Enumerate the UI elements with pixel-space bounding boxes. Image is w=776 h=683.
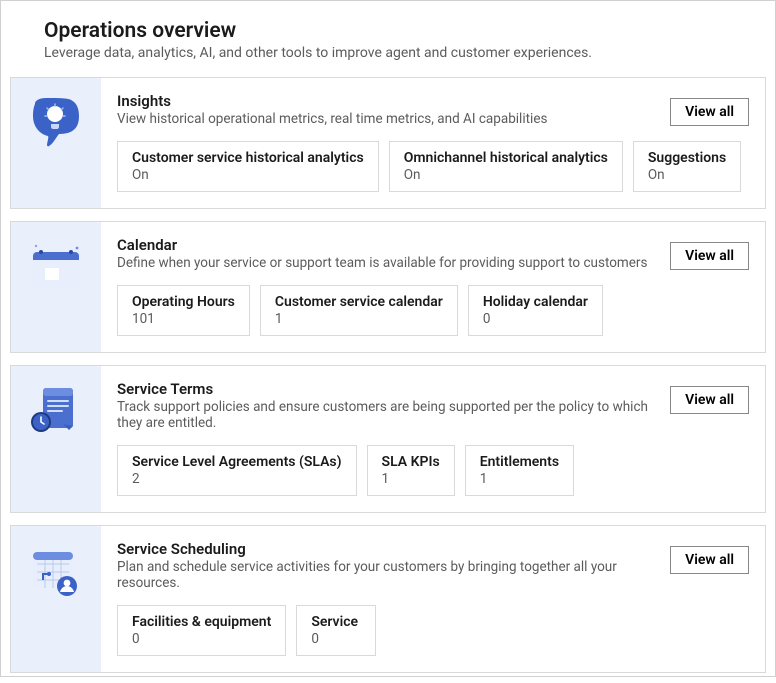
tile-value: 0 — [132, 631, 271, 647]
section-desc: View historical operational metrics, rea… — [117, 111, 654, 127]
tile-value: 101 — [132, 311, 235, 327]
tile-label: Customer service calendar — [275, 294, 443, 310]
section-service-scheduling: Service SchedulingPlan and schedule serv… — [10, 525, 766, 673]
view-all-button[interactable]: View all — [670, 98, 749, 126]
section-content: CalendarDefine when your service or supp… — [101, 222, 765, 352]
tile-label: Customer service historical analytics — [132, 150, 364, 166]
tile-value: On — [132, 167, 364, 183]
calendar-icon — [11, 222, 101, 352]
section-desc: Track support policies and ensure custom… — [117, 399, 654, 431]
tile-value: 0 — [311, 631, 361, 647]
section-title: Service Terms — [117, 380, 654, 398]
tile-label: SLA KPIs — [382, 454, 440, 470]
tile-label: Facilities & equipment — [132, 614, 271, 630]
tile[interactable]: Holiday calendar0 — [468, 285, 603, 336]
section-calendar: CalendarDefine when your service or supp… — [10, 221, 766, 353]
service-terms-icon — [11, 366, 101, 512]
view-all-button[interactable]: View all — [670, 546, 749, 574]
view-all-button[interactable]: View all — [670, 242, 749, 270]
page-title: Operations overview — [44, 19, 747, 43]
section-desc: Define when your service or support team… — [117, 255, 654, 271]
tile-value: On — [404, 167, 608, 183]
section-desc: Plan and schedule service activities for… — [117, 559, 654, 591]
section-service-terms: Service TermsTrack support policies and … — [10, 365, 766, 513]
tile-value: 1 — [275, 311, 443, 327]
tile-label: Service Level Agreements (SLAs) — [132, 454, 342, 470]
tile[interactable]: Service0 — [296, 605, 376, 656]
section-insights: InsightsView historical operational metr… — [10, 77, 766, 209]
tile[interactable]: SLA KPIs1 — [367, 445, 455, 496]
section-title: Insights — [117, 92, 654, 110]
tile-value: 2 — [132, 471, 342, 487]
scheduling-icon — [11, 526, 101, 672]
section-title: Service Scheduling — [117, 540, 654, 558]
page-header: Operations overview Leverage data, analy… — [1, 19, 775, 71]
tile-value: On — [648, 167, 726, 183]
tile[interactable]: Customer service calendar1 — [260, 285, 458, 336]
tile[interactable]: Operating Hours101 — [117, 285, 250, 336]
tile-label: Omnichannel historical analytics — [404, 150, 608, 166]
tile[interactable]: Omnichannel historical analyticsOn — [389, 141, 623, 192]
tile-label: Operating Hours — [132, 294, 235, 310]
tile-label: Holiday calendar — [483, 294, 588, 310]
tile-value: 1 — [382, 471, 440, 487]
tile-label: Service — [311, 614, 361, 630]
section-title: Calendar — [117, 236, 654, 254]
tile-label: Suggestions — [648, 150, 726, 166]
section-content: InsightsView historical operational metr… — [101, 78, 765, 208]
tiles-row: Facilities & equipment0Service0 — [117, 605, 749, 656]
tile[interactable]: Facilities & equipment0 — [117, 605, 286, 656]
tile-value: 1 — [480, 471, 559, 487]
tiles-row: Operating Hours101Customer service calen… — [117, 285, 749, 336]
tiles-row: Customer service historical analyticsOnO… — [117, 141, 749, 192]
tile[interactable]: Entitlements1 — [465, 445, 574, 496]
page-subtitle: Leverage data, analytics, AI, and other … — [44, 45, 747, 61]
tile[interactable]: Service Level Agreements (SLAs)2 — [117, 445, 357, 496]
tiles-row: Service Level Agreements (SLAs)2SLA KPIs… — [117, 445, 749, 496]
section-content: Service TermsTrack support policies and … — [101, 366, 765, 512]
insights-icon — [11, 78, 101, 208]
section-content: Service SchedulingPlan and schedule serv… — [101, 526, 765, 672]
tile[interactable]: SuggestionsOn — [633, 141, 741, 192]
view-all-button[interactable]: View all — [670, 386, 749, 414]
tile[interactable]: Customer service historical analyticsOn — [117, 141, 379, 192]
tile-label: Entitlements — [480, 454, 559, 470]
tile-value: 0 — [483, 311, 588, 327]
